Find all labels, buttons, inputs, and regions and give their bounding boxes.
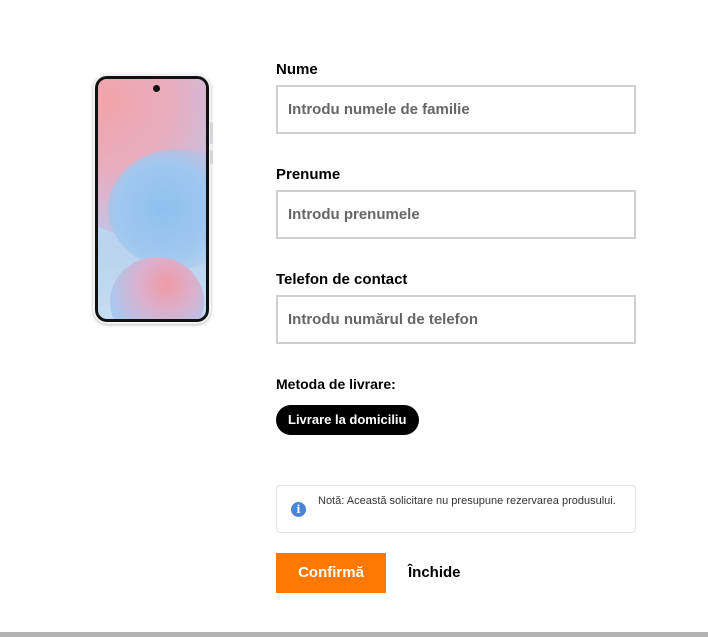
volume-button — [210, 122, 213, 144]
close-button[interactable]: Închide — [408, 564, 461, 581]
info-note: i Notă: Această solicitare nu presupune … — [276, 485, 636, 533]
bottom-divider — [0, 632, 708, 637]
phone-screen — [98, 79, 206, 319]
camera-icon — [153, 85, 160, 92]
last-name-label: Nume — [276, 61, 318, 78]
phone-bezel — [95, 76, 209, 322]
phone-input[interactable]: Introdu numărul de telefon — [276, 295, 636, 344]
first-name-placeholder: Introdu prenumele — [288, 206, 420, 223]
note-text: Notă: Această solicitare nu presupune re… — [318, 495, 616, 507]
phone-label: Telefon de contact — [276, 271, 408, 288]
smartphone-image — [93, 74, 213, 324]
phone-placeholder: Introdu numărul de telefon — [288, 311, 478, 328]
first-name-input[interactable]: Introdu prenumele — [276, 190, 636, 239]
power-button — [210, 150, 213, 164]
first-name-label: Prenume — [276, 166, 341, 183]
info-icon: i — [291, 502, 306, 517]
delivery-option-home[interactable]: Livrare la domiciliu — [276, 405, 419, 435]
product-image — [93, 74, 215, 326]
last-name-placeholder: Introdu numele de familie — [288, 101, 470, 118]
delivery-method-label: Metoda de livrare: — [276, 376, 396, 392]
confirm-button[interactable]: Confirmă — [276, 553, 386, 593]
last-name-input[interactable]: Introdu numele de familie — [276, 85, 636, 134]
